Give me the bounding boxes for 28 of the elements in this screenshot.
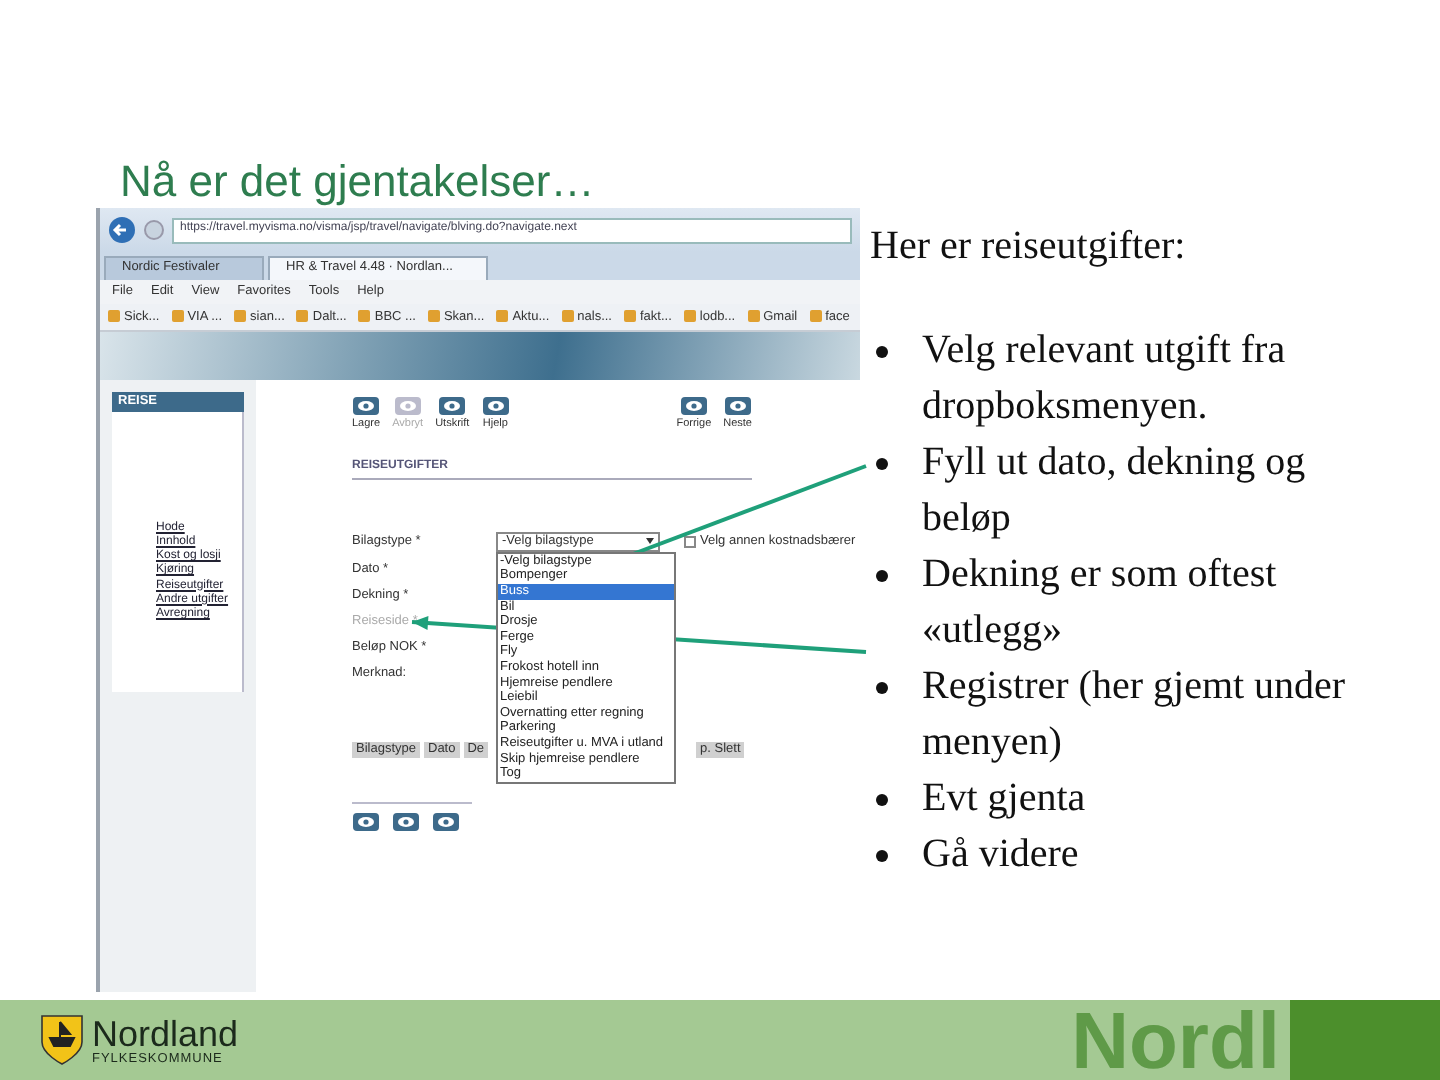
toolbar-icon bbox=[393, 396, 422, 416]
bullet-text: Gå videre bbox=[922, 830, 1079, 880]
caret-icon bbox=[646, 538, 654, 545]
toolbar-icon bbox=[438, 396, 467, 416]
bullet-text: Fyll ut dato, dekning og beløp bbox=[922, 438, 1308, 544]
bullet-icon bbox=[876, 794, 888, 806]
bullet-icon bbox=[876, 850, 888, 862]
bullet-icon bbox=[876, 682, 888, 694]
eye-icon bbox=[432, 811, 460, 832]
eye-icon bbox=[723, 396, 752, 416]
decor-text: Nordl bbox=[1071, 1000, 1280, 1080]
bullet-text: Velg relevant utgift fra dropboksmenyen. bbox=[922, 326, 1288, 432]
bullet-text: Evt gjenta bbox=[922, 774, 1086, 824]
slide-title: Nå er det gjentakelser… bbox=[120, 156, 597, 208]
bullet-text: Dekning er som oftest «utlegg» bbox=[922, 550, 1279, 656]
bullet-icon bbox=[876, 570, 888, 582]
bullet-icon bbox=[876, 346, 888, 358]
bullet-icon bbox=[876, 458, 888, 470]
toolbar-icon bbox=[352, 396, 381, 416]
bullet-text: Registrer (her gjemt under menyen) bbox=[922, 662, 1348, 768]
eye-icon bbox=[392, 811, 420, 832]
eye-icon bbox=[679, 396, 708, 416]
back-icon[interactable] bbox=[108, 216, 136, 244]
toolbar-icon bbox=[481, 396, 510, 416]
logo-name: Nordland bbox=[92, 1015, 239, 1051]
intro-text: Her er reiseutgifter: bbox=[870, 224, 1188, 270]
toolbar-icon bbox=[352, 811, 380, 832]
shield-logo-icon bbox=[40, 1014, 84, 1066]
